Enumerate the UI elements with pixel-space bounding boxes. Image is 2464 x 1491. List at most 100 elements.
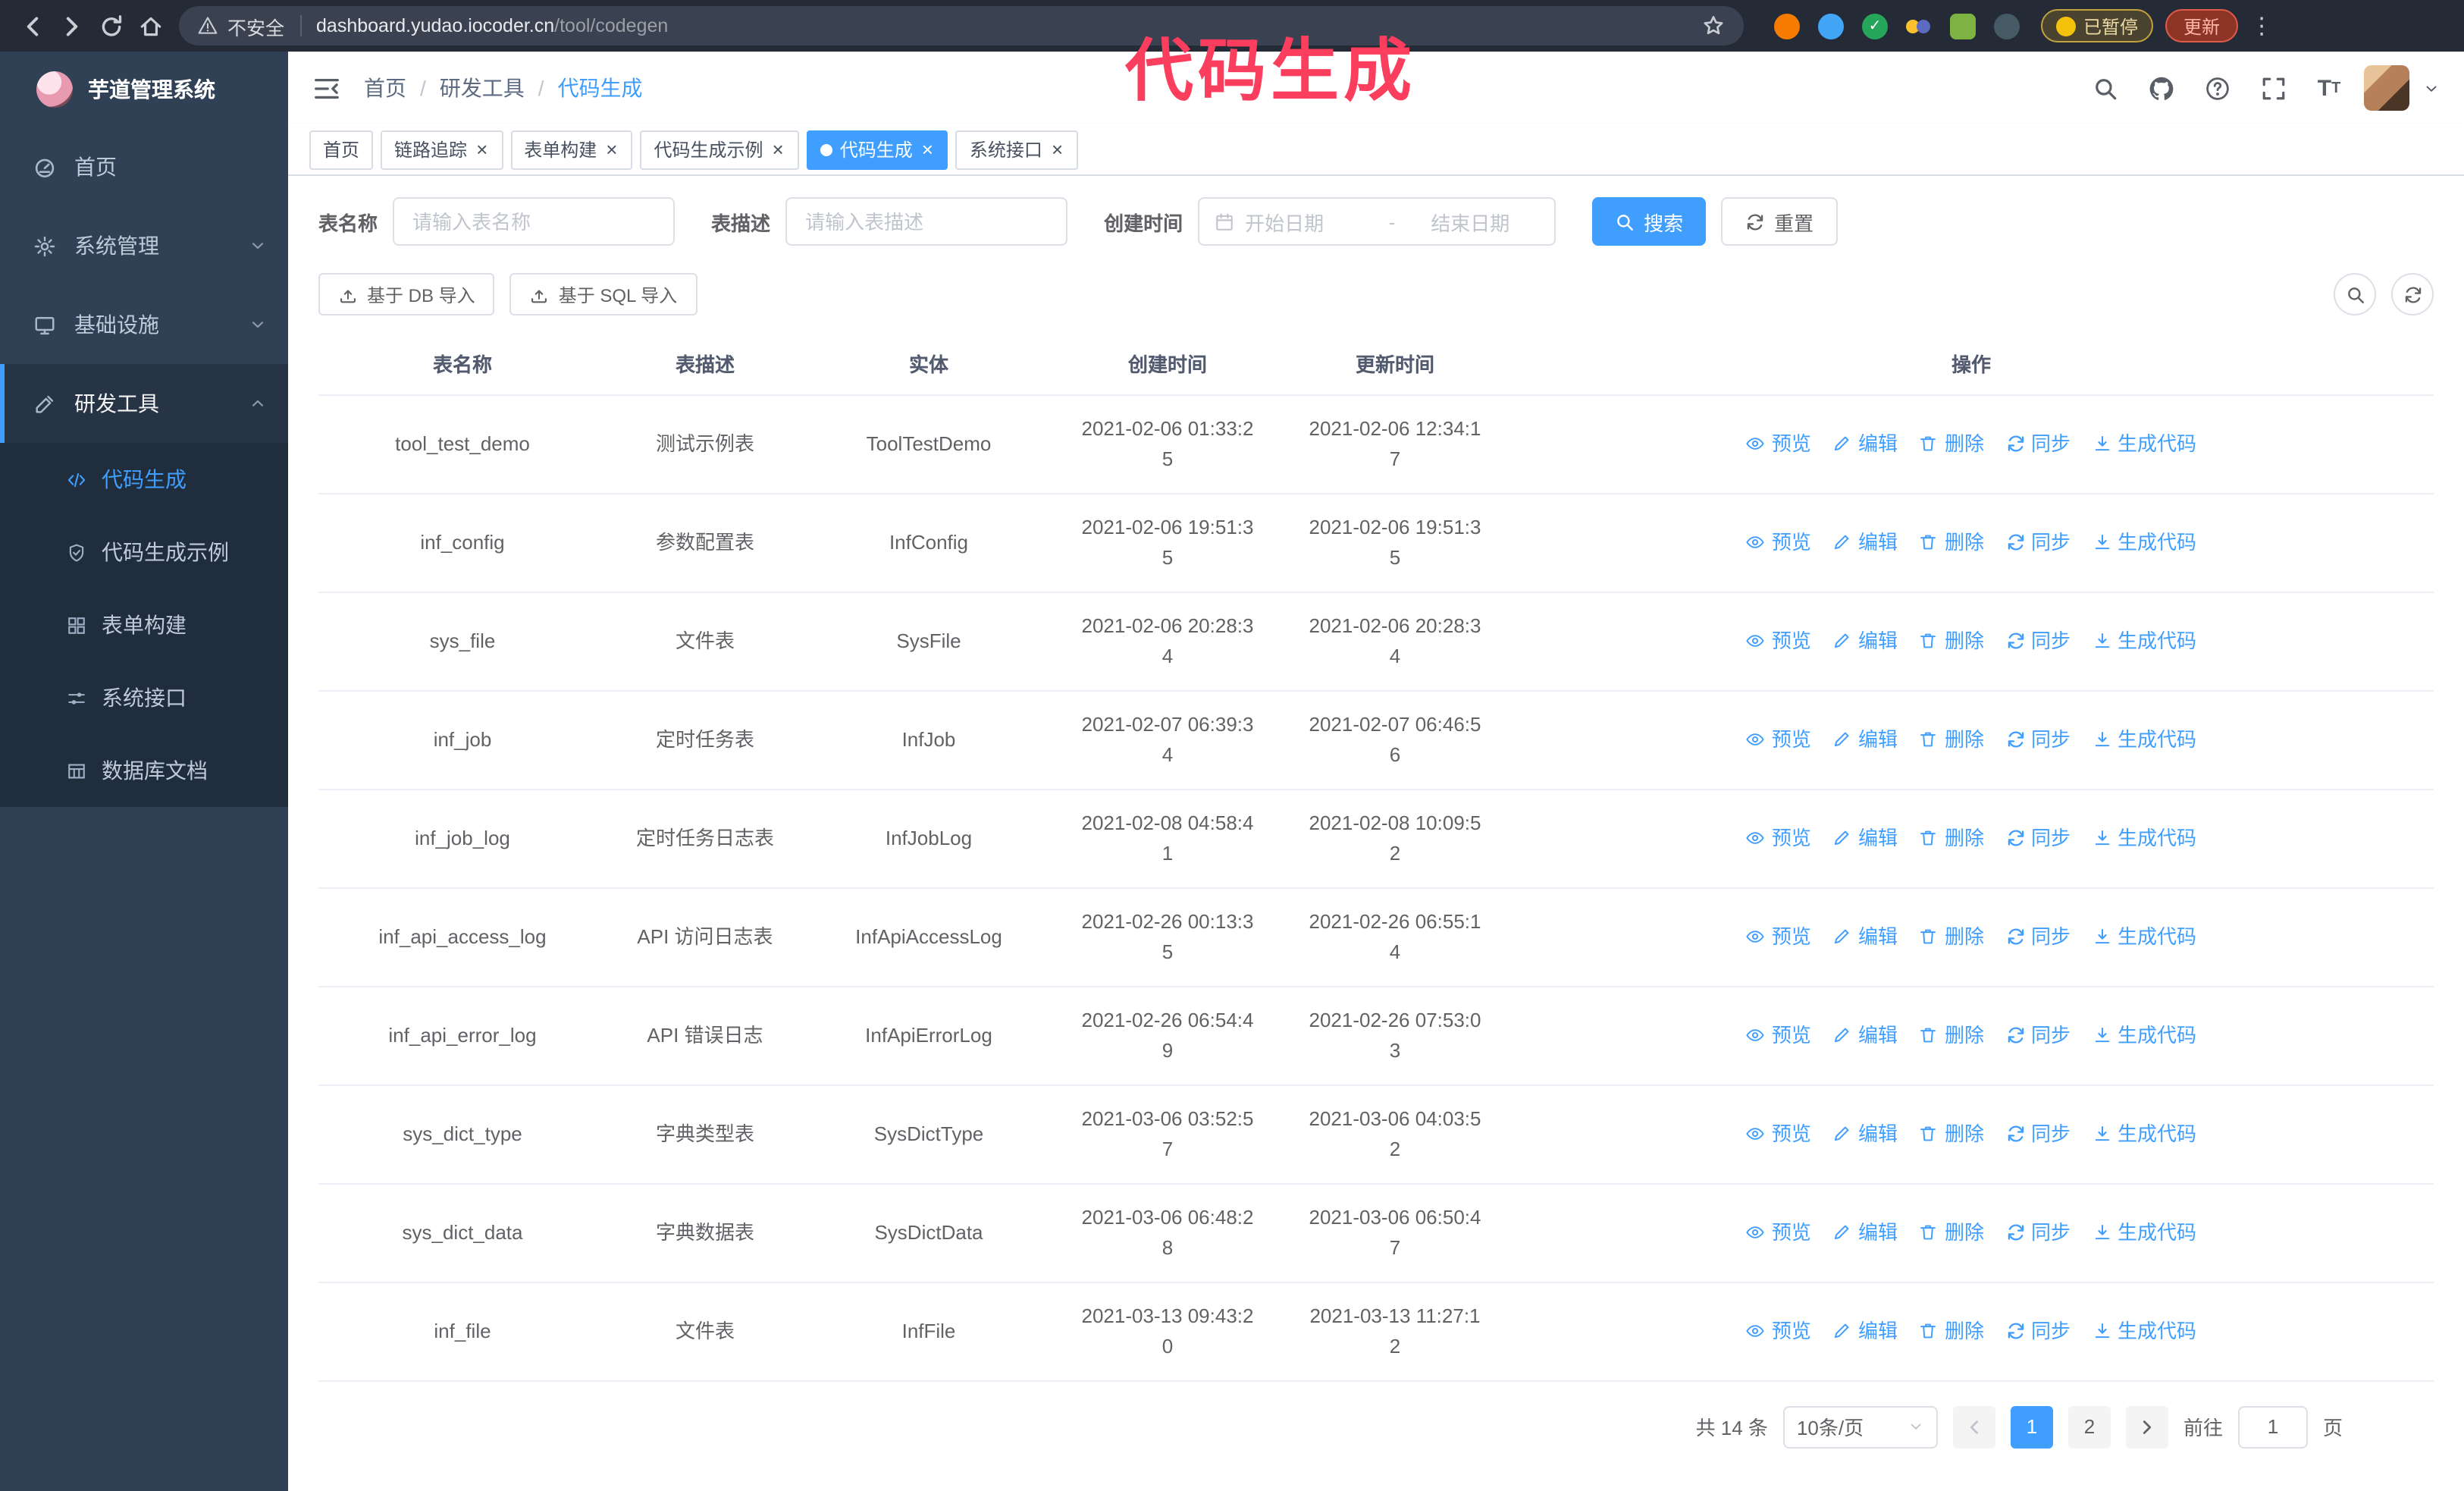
- page-button-1[interactable]: 1: [2010, 1405, 2053, 1448]
- delete-link[interactable]: 删除: [1919, 823, 1984, 853]
- edit-link[interactable]: 编辑: [1832, 428, 1898, 459]
- generate-code-link[interactable]: 生成代码: [2092, 626, 2196, 656]
- reload-icon[interactable]: [91, 6, 130, 46]
- extension-icon[interactable]: [1950, 13, 1976, 39]
- delete-link[interactable]: 删除: [1919, 428, 1984, 459]
- delete-link[interactable]: 删除: [1919, 921, 1984, 952]
- sidebar-item-form-builder[interactable]: 表单构建: [0, 589, 288, 661]
- import-db-button[interactable]: 基于 DB 导入: [318, 273, 495, 315]
- delete-link[interactable]: 删除: [1919, 626, 1984, 656]
- preview-link[interactable]: 预览: [1746, 823, 1811, 853]
- next-page-button[interactable]: [2125, 1405, 2168, 1448]
- toggle-search-button[interactable]: [2334, 273, 2376, 315]
- sidebar-item-dev-tools[interactable]: 研发工具: [0, 364, 288, 443]
- sidebar-item-system-mgmt[interactable]: 系统管理: [0, 206, 288, 285]
- generate-code-link[interactable]: 生成代码: [2092, 1119, 2196, 1149]
- search-icon[interactable]: [2083, 67, 2126, 109]
- edit-link[interactable]: 编辑: [1832, 1020, 1898, 1050]
- help-icon[interactable]: [2196, 67, 2238, 109]
- browser-update-button[interactable]: 更新: [2165, 9, 2239, 42]
- edit-link[interactable]: 编辑: [1832, 921, 1898, 952]
- sync-link[interactable]: 同步: [2005, 1119, 2071, 1149]
- delete-link[interactable]: 删除: [1919, 724, 1984, 755]
- table-desc-input[interactable]: [785, 197, 1068, 246]
- preview-link[interactable]: 预览: [1746, 1020, 1811, 1050]
- edit-link[interactable]: 编辑: [1832, 626, 1898, 656]
- sync-link[interactable]: 同步: [2005, 1020, 2071, 1050]
- preview-link[interactable]: 预览: [1746, 1119, 1811, 1149]
- delete-link[interactable]: 删除: [1919, 1119, 1984, 1149]
- preview-link[interactable]: 预览: [1746, 724, 1811, 755]
- close-tab-icon[interactable]: ×: [475, 140, 489, 159]
- edit-link[interactable]: 编辑: [1832, 823, 1898, 853]
- sync-link[interactable]: 同步: [2005, 428, 2071, 459]
- breadcrumb-item[interactable]: 研发工具: [440, 73, 525, 103]
- browser-menu-icon[interactable]: ⋮: [2250, 12, 2274, 39]
- sync-link[interactable]: 同步: [2005, 1316, 2071, 1346]
- search-button[interactable]: 搜索: [1592, 197, 1707, 246]
- sync-link[interactable]: 同步: [2005, 626, 2071, 656]
- generate-code-link[interactable]: 生成代码: [2092, 1020, 2196, 1050]
- prev-page-button[interactable]: [1952, 1405, 1995, 1448]
- sidebar-item-db-doc[interactable]: 数据库文档: [0, 734, 288, 807]
- close-tab-icon[interactable]: ×: [771, 140, 785, 159]
- sync-link[interactable]: 同步: [2005, 724, 2071, 755]
- close-tab-icon[interactable]: ×: [920, 140, 935, 159]
- sidebar-item-codegen-example[interactable]: 代码生成示例: [0, 516, 288, 589]
- preview-link[interactable]: 预览: [1746, 1316, 1811, 1346]
- page-size-select[interactable]: 10条/页: [1782, 1405, 1938, 1448]
- extension-icon[interactable]: [1994, 13, 2020, 39]
- close-tab-icon[interactable]: ×: [604, 140, 619, 159]
- preview-link[interactable]: 预览: [1746, 1217, 1811, 1248]
- fullscreen-icon[interactable]: [2252, 67, 2294, 109]
- preview-link[interactable]: 预览: [1746, 428, 1811, 459]
- reset-button[interactable]: 重置: [1721, 197, 1839, 246]
- sync-link[interactable]: 同步: [2005, 1217, 2071, 1248]
- edit-link[interactable]: 编辑: [1832, 1217, 1898, 1248]
- preview-link[interactable]: 预览: [1746, 921, 1811, 952]
- tab-form-builder[interactable]: 表单构建 ×: [510, 130, 633, 169]
- sync-link[interactable]: 同步: [2005, 823, 2071, 853]
- generate-code-link[interactable]: 生成代码: [2092, 921, 2196, 952]
- back-icon[interactable]: [12, 6, 52, 46]
- delete-link[interactable]: 删除: [1919, 527, 1984, 557]
- user-avatar[interactable]: [2364, 65, 2409, 111]
- generate-code-link[interactable]: 生成代码: [2092, 823, 2196, 853]
- table-name-input[interactable]: [393, 197, 676, 246]
- create-time-range-picker[interactable]: 开始日期 - 结束日期: [1198, 197, 1556, 246]
- sync-link[interactable]: 同步: [2005, 527, 2071, 557]
- tab-home[interactable]: 首页: [309, 130, 374, 169]
- generate-code-link[interactable]: 生成代码: [2092, 1316, 2196, 1346]
- bookmark-star-icon[interactable]: [1701, 14, 1726, 38]
- preview-link[interactable]: 预览: [1746, 527, 1811, 557]
- sidebar-item-home[interactable]: 首页: [0, 127, 288, 206]
- generate-code-link[interactable]: 生成代码: [2092, 527, 2196, 557]
- close-tab-icon[interactable]: ×: [1050, 140, 1064, 159]
- edit-link[interactable]: 编辑: [1832, 1119, 1898, 1149]
- collapse-sidebar-icon[interactable]: [312, 74, 341, 102]
- extension-icon[interactable]: [1818, 13, 1844, 39]
- sidebar-item-system-api[interactable]: 系统接口: [0, 661, 288, 734]
- extension-icon[interactable]: [1774, 13, 1800, 39]
- paused-badge[interactable]: 已暂停: [2041, 9, 2154, 42]
- sidebar-item-infrastructure[interactable]: 基础设施: [0, 285, 288, 364]
- tab-trace[interactable]: 链路追踪 ×: [381, 130, 503, 169]
- app-logo[interactable]: 芋道管理系统: [0, 52, 288, 127]
- address-bar[interactable]: 不安全 dashboard.yudao.iocoder.cn /tool/cod…: [179, 6, 1744, 46]
- delete-link[interactable]: 删除: [1919, 1316, 1984, 1346]
- github-icon[interactable]: [2140, 67, 2182, 109]
- edit-link[interactable]: 编辑: [1832, 1316, 1898, 1346]
- chevron-down-icon[interactable]: [2423, 80, 2440, 96]
- sidebar-item-codegen[interactable]: 代码生成: [0, 443, 288, 516]
- page-button-2[interactable]: 2: [2067, 1405, 2111, 1448]
- preview-link[interactable]: 预览: [1746, 626, 1811, 656]
- tab-system-api[interactable]: 系统接口 ×: [955, 130, 1079, 169]
- delete-link[interactable]: 删除: [1919, 1020, 1984, 1050]
- breadcrumb-item[interactable]: 首页: [364, 73, 406, 103]
- edit-link[interactable]: 编辑: [1832, 724, 1898, 755]
- forward-icon[interactable]: [52, 6, 91, 46]
- extension-icon[interactable]: ✓: [1862, 13, 1888, 39]
- tab-codegen-example[interactable]: 代码生成示例 ×: [640, 130, 799, 169]
- goto-page-input[interactable]: [2237, 1405, 2308, 1448]
- delete-link[interactable]: 删除: [1919, 1217, 1984, 1248]
